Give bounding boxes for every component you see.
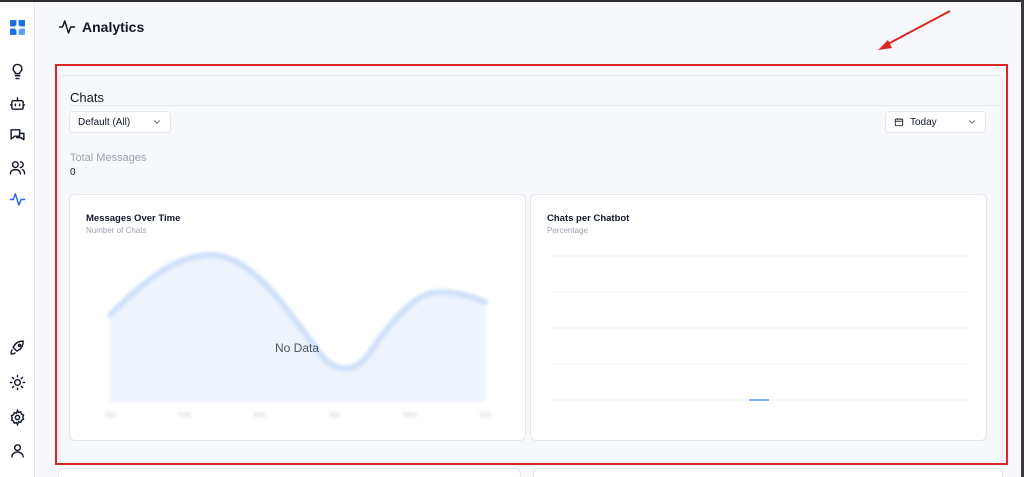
- chatbot-chart: [551, 255, 967, 401]
- month-tick-label: Jan: [104, 412, 115, 419]
- placeholder-area: [110, 255, 485, 402]
- chats-panel: Chats Default (All) Today Total Messages…: [58, 75, 1003, 465]
- date-range-value: Today: [910, 116, 937, 128]
- bot-icon[interactable]: [6, 92, 28, 114]
- chevron-down-icon: [968, 120, 976, 124]
- gear-icon[interactable]: [6, 406, 28, 428]
- divider: [70, 105, 999, 106]
- chatbot-card-subtitle: Percentage: [547, 226, 588, 235]
- chats-per-chatbot-card: Chats per Chatbot Percentage: [530, 194, 987, 441]
- total-messages-value: 0: [70, 167, 76, 178]
- month-tick-label: Mar: [254, 412, 267, 419]
- chevron-down-icon: [153, 120, 161, 124]
- user-profile-icon[interactable]: [6, 439, 28, 461]
- users-icon[interactable]: [6, 156, 28, 178]
- chats-title: Chats: [70, 90, 104, 105]
- month-tick-label: Feb: [179, 412, 191, 419]
- activity-icon: [58, 20, 76, 34]
- activity-icon[interactable]: [6, 188, 28, 210]
- messages-card-title: Messages Over Time: [86, 213, 181, 224]
- no-data-label: No Data: [275, 341, 320, 355]
- messages-over-time-card: Jan Feb Mar Apr May Jun Messages Over Time Nu…: [69, 194, 526, 441]
- page-header: Analytics: [58, 18, 144, 36]
- month-tick-label: Jun: [479, 412, 490, 419]
- rocket-icon[interactable]: [6, 336, 28, 358]
- chatbot-select[interactable]: Default (All): [69, 111, 171, 133]
- total-messages-label: Total Messages: [70, 152, 147, 164]
- app-logo-icon[interactable]: [6, 16, 28, 38]
- lightbulb-icon[interactable]: [6, 60, 28, 82]
- month-tick-label: May: [403, 412, 417, 419]
- next-card-right: [533, 468, 1003, 477]
- messages-card-subtitle: Number of Chats: [86, 226, 147, 235]
- chatbot-select-value: Default (All): [78, 116, 131, 128]
- chatbot-card-title: Chats per Chatbot: [547, 213, 630, 224]
- calendar-icon: [894, 118, 904, 127]
- page-title: Analytics: [82, 19, 145, 35]
- chat-bubbles-icon[interactable]: [6, 124, 28, 146]
- sidebar: [0, 2, 35, 477]
- date-range-select[interactable]: Today: [885, 111, 986, 133]
- next-card-left: [58, 468, 521, 477]
- sun-icon[interactable]: [6, 371, 28, 393]
- month-tick-label: Apr: [330, 412, 342, 419]
